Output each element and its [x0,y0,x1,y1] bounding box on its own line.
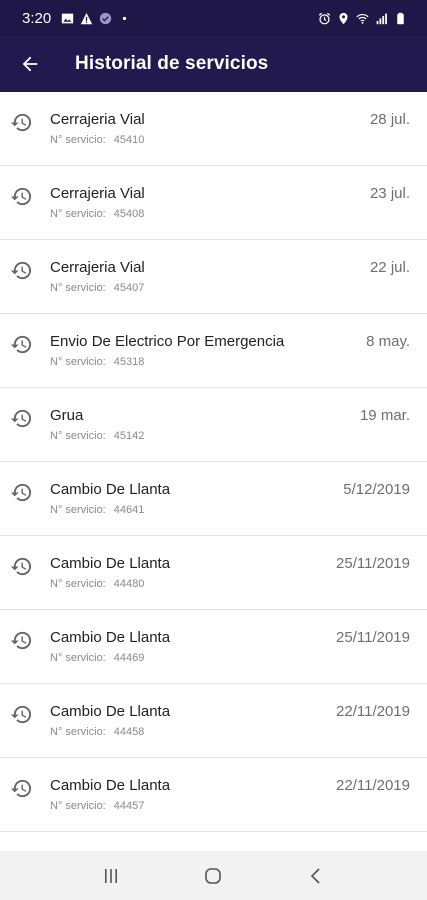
service-number-line: N° servicio: 44457 [50,800,144,812]
history-icon [10,259,33,282]
service-date: 28 jul. [369,111,410,128]
service-date: 19 mar. [359,407,410,424]
page-title: Historial de servicios [75,53,269,74]
service-name: Cerrajeria Vial [50,111,145,128]
service-date: 25/11/2019 [336,629,410,646]
status-bar: 3:20 [0,0,427,36]
service-number-label: N° servicio: [50,356,106,368]
location-icon [337,12,350,25]
service-name: Cambio De Llanta [50,703,171,720]
service-row[interactable]: Cambio De Llanta N° servicio: 44458 22/11… [0,684,427,758]
service-row[interactable]: Cambio De Llanta N° servicio: 44641 5/12/… [0,462,427,536]
service-number-label: N° servicio: [50,726,106,738]
service-date: 25/11/2019 [336,555,410,572]
service-date: 22/11/2019 [336,703,410,720]
service-number-line: N° servicio: 45407 [50,282,144,294]
service-date: 23 jul. [369,185,410,202]
status-left: 3:20 [22,10,131,27]
service-number: 44457 [113,800,145,812]
system-back-button[interactable] [296,856,336,896]
service-date: 8 may. [366,333,410,350]
service-row[interactable]: Cerrajeria Vial N° servicio: 45410 28 jul… [0,92,427,166]
home-icon [205,867,222,884]
history-icon [10,703,33,726]
history-icon [10,333,33,356]
service-name: Cambio De Llanta [50,629,171,646]
service-date: 5/12/2019 [343,481,410,498]
history-icon [10,111,33,134]
arrow-left-icon [22,56,38,72]
service-number-line: N° servicio: 45318 [50,356,144,368]
service-number: 45407 [113,282,145,294]
service-number: 45142 [113,430,145,442]
recents-icon [105,868,118,883]
service-row[interactable]: Grua N° servicio: 45142 19 mar. [0,388,427,462]
service-row[interactable]: Cerrajeria Vial N° servicio: 45408 23 jul… [0,166,427,240]
service-number: 44641 [113,504,145,516]
service-number-line: N° servicio: 44469 [50,652,144,664]
service-date: 22/11/2019 [336,777,410,794]
service-number-label: N° servicio: [50,504,106,516]
history-icon [10,629,33,652]
service-number-line: N° servicio: 44480 [50,578,144,590]
service-name: Cerrajeria Vial [50,259,145,276]
back-icon [310,867,320,884]
wifi-icon [356,12,369,25]
service-number: 44458 [113,726,145,738]
service-row[interactable]: Cerrajeria Vial N° servicio: 45407 22 jul… [0,240,427,314]
service-number: 44480 [113,578,145,590]
service-name: Grua [50,407,84,424]
service-number: 45408 [113,208,145,220]
service-number-line: N° servicio: 45410 [50,134,144,146]
check-circle-icon [99,12,112,25]
service-name: Envio De Electrico Por Emergencia [50,333,285,350]
back-button[interactable] [0,36,60,92]
service-name: Cambio De Llanta [50,777,171,794]
service-number-line: N° servicio: 44458 [50,726,144,738]
history-icon [10,481,33,504]
service-name: Cambio De Llanta [50,555,171,572]
gallery-icon [61,12,74,25]
service-number-line: N° servicio: 45142 [50,430,144,442]
service-row[interactable]: Cambio De Llanta N° servicio: 44480 25/11… [0,536,427,610]
status-right [318,12,407,25]
service-row[interactable]: Cambio De Llanta N° servicio: 44469 25/11… [0,610,427,684]
history-icon [10,185,33,208]
service-number-label: N° servicio: [50,208,106,220]
service-number-label: N° servicio: [50,578,106,590]
service-number-label: N° servicio: [50,134,106,146]
service-number-line: N° servicio: 45408 [50,208,144,220]
dot-icon [118,12,131,25]
history-icon [10,555,33,578]
history-icon [10,407,33,430]
service-number-label: N° servicio: [50,800,106,812]
service-date: 22 jul. [369,259,410,276]
app-bar: Historial de servicios [0,36,427,92]
service-history-list[interactable]: Cerrajeria Vial N° servicio: 45410 28 jul… [0,92,427,851]
service-name: Cambio De Llanta [50,481,171,498]
service-number-line: N° servicio: 44641 [50,504,144,516]
service-row[interactable]: Envio De Electrico Por Emergencia N° ser… [0,314,427,388]
service-number-label: N° servicio: [50,430,106,442]
alert-icon [80,12,93,25]
service-row[interactable]: Cambio De Llanta N° servicio: 44457 22/11… [0,758,427,832]
service-number: 44469 [113,652,145,664]
service-name: Cerrajeria Vial [50,185,145,202]
alarm-icon [318,12,331,25]
system-nav-bar [0,851,427,900]
service-number-label: N° servicio: [50,282,106,294]
status-time: 3:20 [22,9,52,27]
history-icon [10,777,33,800]
service-number-label: N° servicio: [50,652,106,664]
service-number: 45318 [113,356,145,368]
signal-icon [375,12,388,25]
recents-button[interactable] [91,856,131,896]
battery-icon [394,12,407,25]
home-button[interactable] [193,856,233,896]
service-number: 45410 [113,134,145,146]
